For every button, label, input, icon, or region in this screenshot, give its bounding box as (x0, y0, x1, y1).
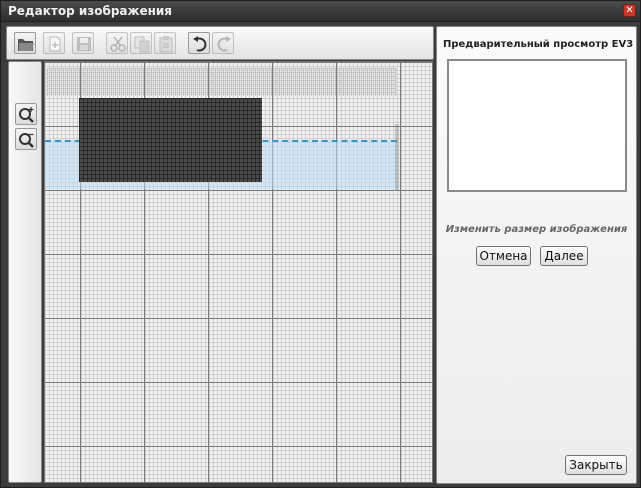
redo-button[interactable] (212, 32, 234, 54)
open-icon (18, 39, 34, 51)
editor-toolbar (6, 26, 434, 60)
pixel-canvas[interactable] (44, 61, 433, 483)
cut-icon (110, 36, 126, 52)
copy-button[interactable] (130, 32, 152, 54)
zoom-out-icon (19, 133, 34, 148)
close-window-button[interactable]: ✕ (623, 4, 636, 17)
redo-icon (217, 36, 231, 52)
next-button[interactable]: Далее (540, 246, 588, 266)
preview-panel: Предварительный просмотр EV3 Изменить ра… (436, 26, 637, 484)
title-bar: Редактор изображения ✕ (1, 1, 640, 22)
zoom-in-button[interactable] (15, 103, 37, 125)
cut-button[interactable] (106, 32, 128, 54)
resize-label: Изменить размер изображения (445, 224, 628, 235)
canvas-dark-pixels (79, 98, 262, 182)
selection-edge (395, 124, 399, 190)
image-editor-window: Редактор изображения ✕ Предварительный п… (0, 0, 641, 488)
save-icon (77, 37, 91, 51)
canvas-ghost-pixels (47, 68, 397, 96)
undo-icon (193, 36, 207, 52)
cancel-button[interactable]: Отмена (476, 246, 531, 266)
save-button[interactable] (72, 32, 94, 54)
close-button[interactable]: Закрыть (565, 455, 627, 475)
open-button[interactable] (14, 32, 36, 54)
new-button[interactable] (43, 32, 65, 54)
zoom-toolbar (8, 61, 42, 483)
copy-icon (134, 36, 150, 53)
new-icon (49, 36, 61, 52)
window-title: Редактор изображения (8, 4, 173, 18)
zoom-in-icon (19, 107, 34, 123)
paste-icon (159, 36, 173, 53)
preview-title: Предварительный просмотр EV3 (443, 39, 634, 50)
zoom-out-button[interactable] (15, 128, 37, 150)
preview-box (447, 59, 627, 192)
undo-button[interactable] (188, 32, 210, 54)
close-icon: ✕ (625, 5, 634, 16)
paste-button[interactable] (154, 32, 176, 54)
